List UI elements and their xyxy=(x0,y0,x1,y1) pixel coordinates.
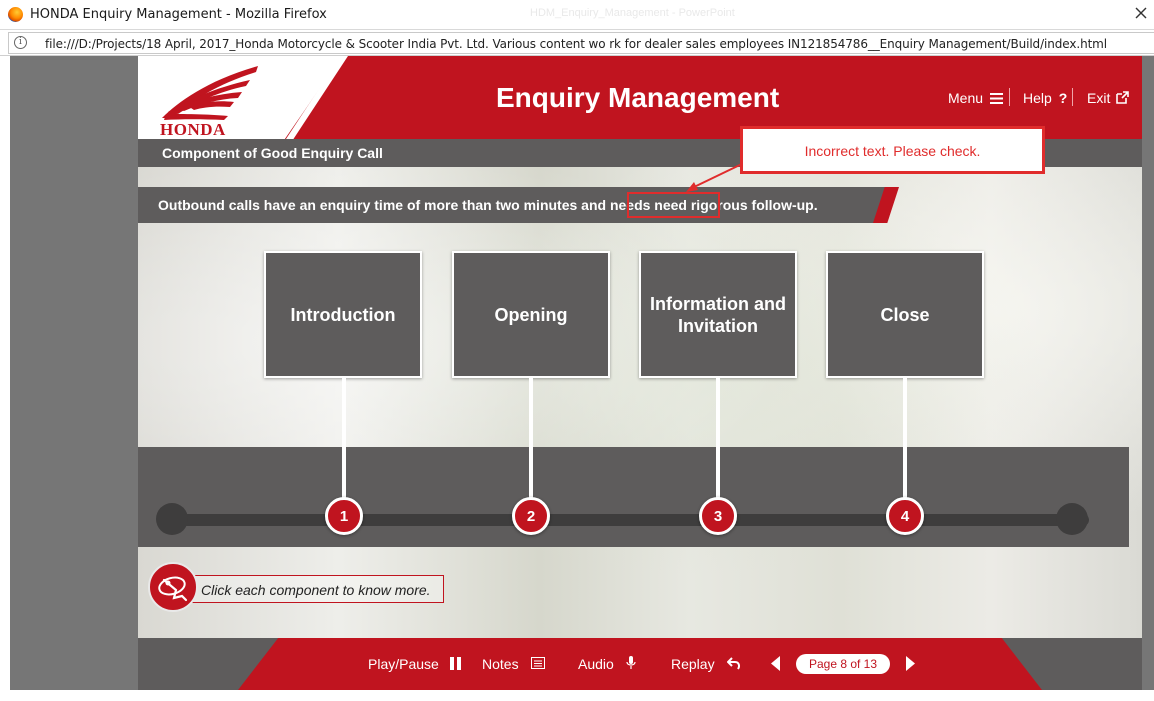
timeline-connector xyxy=(529,378,533,498)
component-card-opening[interactable]: Opening xyxy=(452,251,610,378)
honda-wing-icon xyxy=(162,66,258,120)
site-info-icon[interactable]: i xyxy=(14,36,27,49)
step-marker-4[interactable]: 4 xyxy=(886,497,924,535)
component-card-close[interactable]: Close xyxy=(826,251,984,378)
timeline-connector xyxy=(342,378,346,498)
notes-icon[interactable] xyxy=(531,657,545,672)
replay-button[interactable]: Replay xyxy=(671,656,715,672)
notes-label: Notes xyxy=(482,656,519,672)
component-label: Close xyxy=(880,304,930,325)
timeline-connector xyxy=(903,378,907,498)
audio-label: Audio xyxy=(578,656,614,672)
replay-icon[interactable] xyxy=(726,657,741,673)
review-callout: Incorrect text. Please check. xyxy=(740,126,1045,174)
window-title: HONDA Enquiry Management - Mozilla Firef… xyxy=(30,7,327,22)
replay-label: Replay xyxy=(671,656,715,672)
error-highlight-box xyxy=(627,192,720,218)
url-bar: i file:///D:/Projects/18 April, 2017_Hon… xyxy=(0,30,1154,56)
step-marker-2[interactable]: 2 xyxy=(512,497,550,535)
review-callout-text: Incorrect text. Please check. xyxy=(804,143,981,159)
pause-icon[interactable] xyxy=(450,657,462,673)
menu-label: Menu xyxy=(948,90,984,106)
instruction-box: Click each component to know more. xyxy=(188,575,444,603)
help-label: Help xyxy=(1023,90,1052,106)
address-text[interactable]: file:///D:/Projects/18 April, 2017_Honda… xyxy=(45,37,1107,51)
menu-button[interactable]: Menu xyxy=(948,90,1003,106)
step-marker-3[interactable]: 3 xyxy=(699,497,737,535)
click-hand-icon xyxy=(148,562,198,612)
help-button[interactable]: Help ? xyxy=(1023,90,1067,106)
timeline-band xyxy=(138,447,1129,547)
external-link-icon xyxy=(1116,91,1130,104)
timeline-end-cap xyxy=(1056,503,1088,535)
page-margin xyxy=(0,56,10,701)
question-icon: ? xyxy=(1058,90,1068,106)
window-close-icon[interactable] xyxy=(1134,4,1148,22)
play-pause-label: Play/Pause xyxy=(368,656,439,672)
component-label: Opening xyxy=(494,304,568,325)
firefox-icon xyxy=(8,7,23,22)
window-titlebar: HONDA Enquiry Management - Mozilla Firef… xyxy=(0,0,1154,30)
background-window-title: HDM_Enquiry_Management - PowerPoint xyxy=(530,7,735,19)
component-card-information-and-invitation[interactable]: Information and Invitation xyxy=(639,251,797,378)
notes-button[interactable]: Notes xyxy=(482,656,519,672)
microphone-icon[interactable] xyxy=(626,656,636,673)
exit-label: Exit xyxy=(1087,90,1111,106)
timeline-start-cap xyxy=(156,503,188,535)
component-label: Information and Invitation xyxy=(650,293,786,336)
timeline-connector xyxy=(716,378,720,498)
hamburger-icon xyxy=(989,93,1003,104)
section-title: Component of Good Enquiry Call xyxy=(162,145,383,161)
instruction-text: Click each component to know more. xyxy=(201,582,431,598)
page-indicator: Page 8 of 13 xyxy=(796,654,890,674)
page-margin-bottom xyxy=(10,690,1154,701)
next-page-icon[interactable] xyxy=(905,656,915,674)
player-controls-bar xyxy=(238,638,1042,690)
honda-logo: HONDA xyxy=(158,62,264,139)
header-divider xyxy=(1072,88,1073,106)
course-title: Enquiry Management xyxy=(496,82,780,113)
logo-brand-text: HONDA xyxy=(160,120,226,139)
header-divider xyxy=(1009,88,1010,106)
audio-button[interactable]: Audio xyxy=(578,656,614,672)
component-card-introduction[interactable]: Introduction xyxy=(264,251,422,378)
timeline-track xyxy=(171,514,1089,526)
play-pause-button[interactable]: Play/Pause xyxy=(368,656,439,672)
previous-page-icon[interactable] xyxy=(771,656,781,674)
statement-bar: Outbound calls have an enquiry time of m… xyxy=(138,187,898,223)
step-marker-1[interactable]: 1 xyxy=(325,497,363,535)
exit-button[interactable]: Exit xyxy=(1087,90,1130,106)
component-label: Introduction xyxy=(290,304,396,325)
